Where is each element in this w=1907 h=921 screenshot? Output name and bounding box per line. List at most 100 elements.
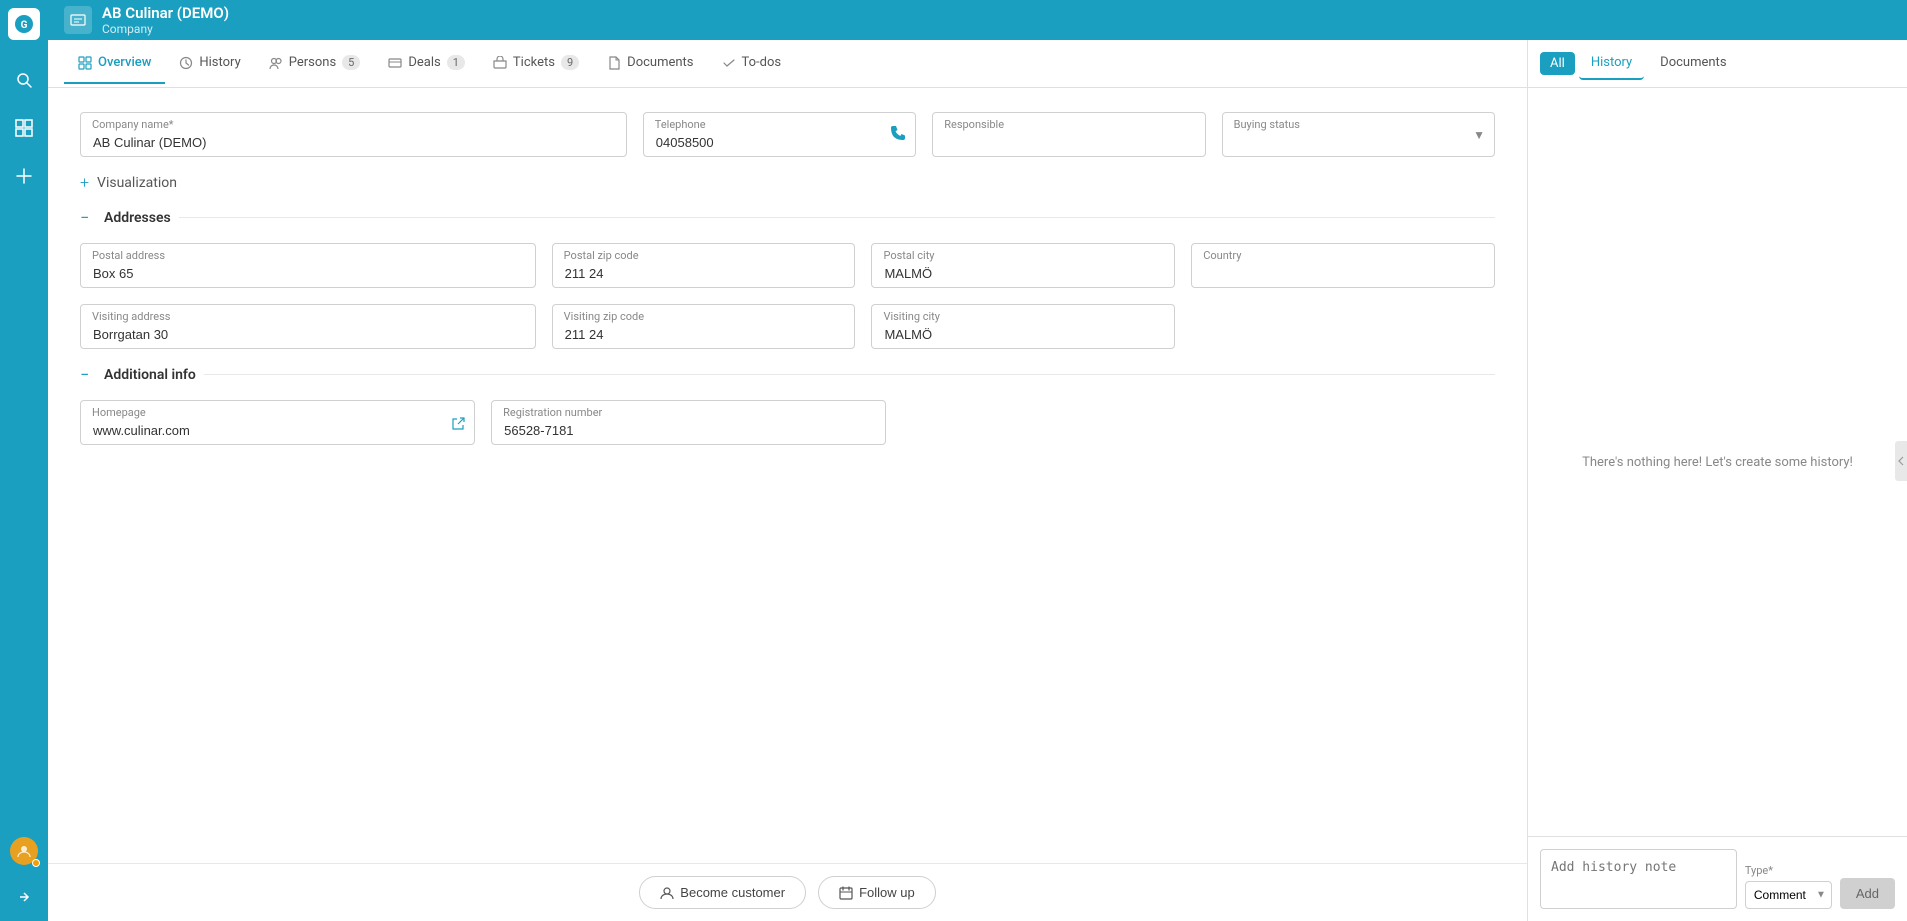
- postal-field-group: Postal address Postal zip code Postal ci…: [80, 243, 1495, 288]
- right-panel: All History Documents There's nothing he…: [1527, 40, 1907, 921]
- add-icon[interactable]: [8, 160, 40, 192]
- company-name-input[interactable]: [80, 112, 627, 157]
- history-icon: [179, 56, 193, 70]
- right-panel-footer: Type* Comment Call Email Meeting ▼ Add: [1528, 836, 1907, 921]
- postal-address-input[interactable]: [80, 243, 536, 288]
- postal-zip-input[interactable]: [552, 243, 856, 288]
- responsible-input[interactable]: [932, 112, 1205, 157]
- topbar-company-name: AB Culinar (DEMO): [102, 4, 229, 22]
- bottom-action-bar: Become customer Follow up: [48, 863, 1527, 921]
- todos-icon: [722, 56, 736, 70]
- visiting-address-field: Visiting address: [80, 304, 536, 349]
- homepage-input[interactable]: [80, 400, 475, 445]
- telephone-field: Telephone: [643, 112, 916, 157]
- visualization-label: Visualization: [97, 175, 177, 191]
- tab-bar: Overview History Persons: [48, 40, 1527, 88]
- follow-up-icon: [839, 886, 853, 900]
- tab-overview[interactable]: Overview: [64, 43, 165, 84]
- tab-deals-label: Deals: [408, 55, 440, 70]
- postal-city-field: Postal city: [871, 243, 1175, 288]
- empty-history-message: There's nothing here! Let's create some …: [1582, 455, 1853, 470]
- visiting-zip-field: Visiting zip code: [552, 304, 856, 349]
- additional-info-header: − Additional info: [80, 365, 1495, 384]
- visualization-plus-icon: +: [80, 173, 89, 192]
- tab-tickets[interactable]: Tickets 9: [479, 43, 593, 84]
- tab-todos-label: To-dos: [742, 55, 782, 70]
- follow-up-button[interactable]: Follow up: [818, 876, 936, 909]
- avatar-status-dot: [32, 859, 40, 867]
- form-area: Company name* Telephone Responsib: [48, 88, 1527, 863]
- visiting-city-field: Visiting city: [871, 304, 1175, 349]
- right-tab-all[interactable]: All: [1540, 52, 1575, 75]
- tab-persons[interactable]: Persons 5: [255, 43, 375, 84]
- tab-deals[interactable]: Deals 1: [374, 43, 479, 84]
- tickets-icon: [493, 56, 507, 70]
- right-tab-history[interactable]: History: [1579, 47, 1644, 80]
- follow-up-label: Follow up: [859, 885, 915, 900]
- registration-field: Registration number: [491, 400, 886, 445]
- deals-icon: [388, 56, 402, 70]
- additional-info-collapse-icon[interactable]: −: [80, 365, 96, 384]
- homepage-field: Homepage: [80, 400, 475, 445]
- addresses-title: Addresses: [104, 210, 171, 226]
- become-customer-button[interactable]: Become customer: [639, 876, 806, 909]
- addresses-header: − Addresses: [80, 208, 1495, 227]
- tab-documents[interactable]: Documents: [593, 43, 707, 84]
- topbar-company-type: Company: [102, 22, 229, 36]
- visiting-city-input[interactable]: [871, 304, 1175, 349]
- addresses-section: − Addresses Postal address Postal zip co…: [80, 208, 1495, 349]
- collapse-sidebar-icon[interactable]: [8, 881, 40, 913]
- visualization-section: + Visualization: [80, 173, 1495, 192]
- right-tab-bar: All History Documents: [1528, 40, 1907, 88]
- right-tab-documents[interactable]: Documents: [1648, 47, 1738, 80]
- responsible-field: Responsible: [932, 112, 1205, 157]
- tab-todos[interactable]: To-dos: [708, 43, 796, 84]
- topbar: AB Culinar (DEMO) Company: [48, 0, 1907, 40]
- become-customer-icon: [660, 886, 674, 900]
- visiting-zip-input[interactable]: [552, 304, 856, 349]
- grid-icon[interactable]: [8, 112, 40, 144]
- company-name-field: Company name*: [80, 112, 627, 157]
- visualization-toggle[interactable]: + Visualization: [80, 173, 1495, 192]
- country-field: Country: [1191, 243, 1495, 288]
- persons-icon: [269, 56, 283, 70]
- type-select-container: Comment Call Email Meeting ▼: [1745, 881, 1832, 909]
- right-panel-collapse-handle[interactable]: [1895, 441, 1907, 481]
- external-link-icon[interactable]: [451, 417, 465, 435]
- phone-icon[interactable]: [890, 125, 906, 145]
- tab-tickets-badge: 9: [561, 55, 579, 70]
- addresses-divider: [179, 217, 1495, 218]
- add-history-button[interactable]: Add: [1840, 878, 1895, 909]
- telephone-input[interactable]: [643, 112, 916, 157]
- postal-city-input[interactable]: [871, 243, 1175, 288]
- type-field-wrapper: Type* Comment Call Email Meeting ▼: [1745, 864, 1832, 909]
- tab-deals-badge: 1: [447, 55, 465, 70]
- svg-text:G: G: [21, 20, 28, 31]
- postal-address-field: Postal address: [80, 243, 536, 288]
- additional-info-divider: [204, 374, 1495, 375]
- history-note-input[interactable]: [1540, 849, 1737, 909]
- tab-history[interactable]: History: [165, 43, 254, 84]
- buying-status-select[interactable]: [1222, 112, 1495, 157]
- type-label: Type*: [1745, 864, 1832, 877]
- become-customer-label: Become customer: [680, 885, 785, 900]
- visiting-field-group: Visiting address Visiting zip code Visit…: [80, 304, 1495, 349]
- type-select[interactable]: Comment Call Email Meeting: [1745, 881, 1832, 909]
- app-logo[interactable]: G: [8, 8, 40, 40]
- additional-info-section: − Additional info Homepage: [80, 365, 1495, 445]
- left-sidebar: G: [0, 0, 48, 921]
- registration-input[interactable]: [491, 400, 886, 445]
- visiting-address-input[interactable]: [80, 304, 536, 349]
- buying-status-field: Buying status ▼: [1222, 112, 1495, 157]
- documents-icon: [607, 56, 621, 70]
- additional-info-title: Additional info: [104, 367, 196, 383]
- search-icon[interactable]: [8, 64, 40, 96]
- postal-zip-field: Postal zip code: [552, 243, 856, 288]
- country-input[interactable]: [1191, 243, 1495, 288]
- top-field-group: Company name* Telephone Responsib: [80, 112, 1495, 157]
- tab-persons-label: Persons: [289, 55, 336, 70]
- tab-documents-label: Documents: [627, 55, 693, 70]
- right-panel-content: There's nothing here! Let's create some …: [1528, 88, 1907, 836]
- addresses-collapse-icon[interactable]: −: [80, 208, 96, 227]
- additional-info-field-group: Homepage Registration nu: [80, 400, 1495, 445]
